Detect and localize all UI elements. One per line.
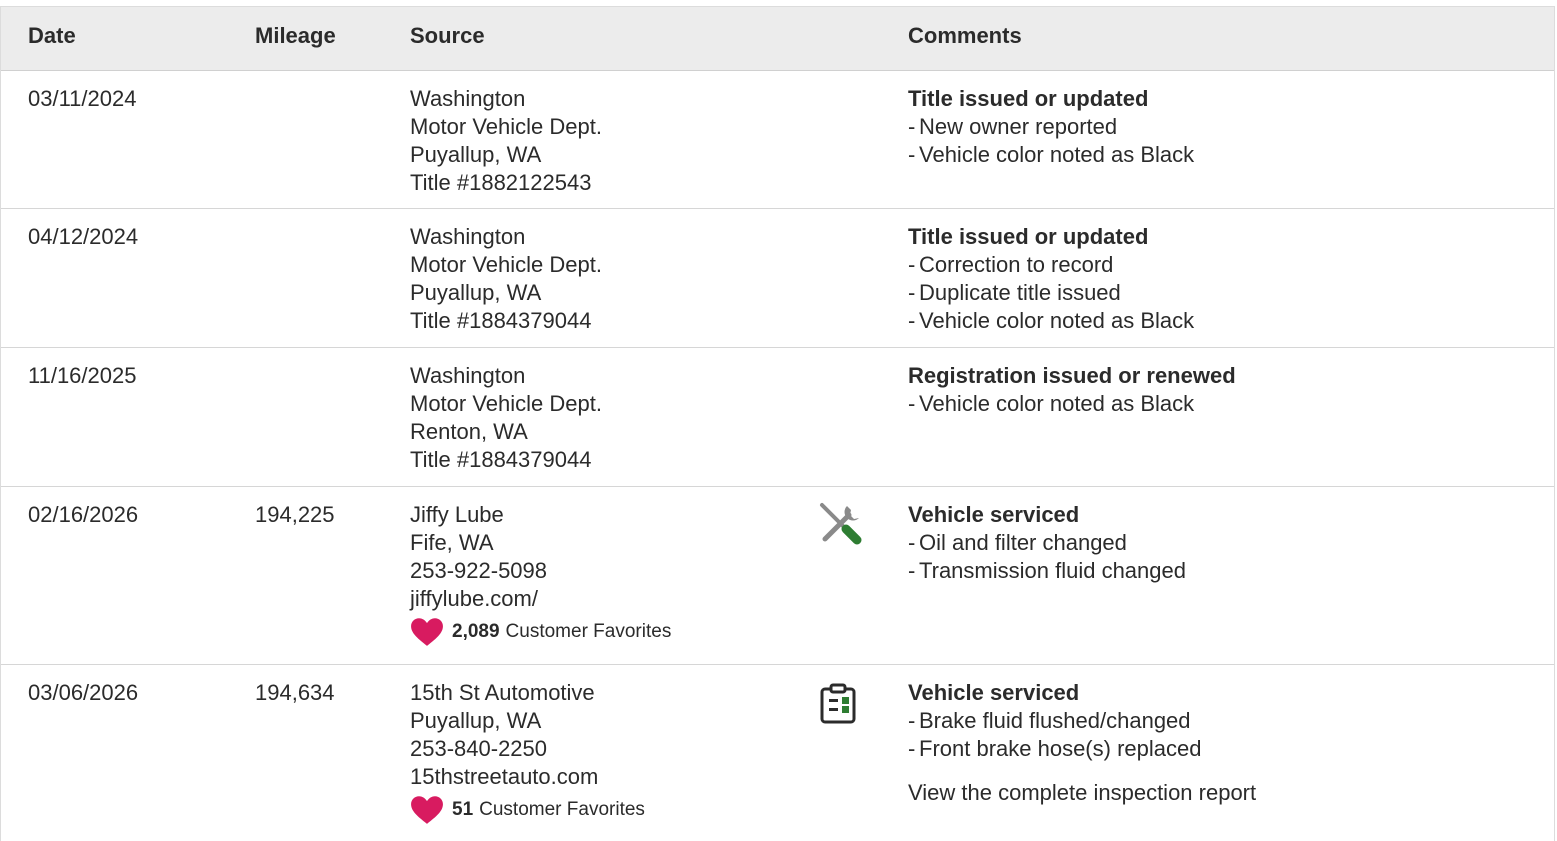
row-comments: Vehicle serviced - Oil and filter changed…: [908, 501, 1186, 585]
row-source: Washington Motor Vehicle Dept. Puyallup,…: [410, 223, 602, 335]
comment-title: Title issued or updated: [908, 224, 1149, 249]
comment-item: - Transmission fluid changed: [908, 558, 1186, 583]
row-date: 03/06/2026: [28, 680, 139, 705]
source-line: Puyallup, WA: [410, 280, 542, 305]
comment-title: Vehicle serviced: [908, 680, 1080, 705]
column-header-mileage: Mileage: [255, 23, 336, 48]
service-icon: [819, 502, 863, 553]
row-date: 02/16/2026: [28, 502, 139, 527]
border-gap: [248, 660, 252, 664]
source-line: 15th St Automotive: [410, 680, 595, 705]
source-line: Puyallup, WA: [410, 708, 542, 733]
row-source: 15th St Automotive Puyallup, WA 253-840-…: [410, 679, 645, 825]
source-website-link[interactable]: 15thstreetauto.com: [410, 763, 645, 791]
source-line: Renton, WA: [410, 419, 528, 444]
favorites-label: Customer Favorites: [505, 621, 672, 642]
row-mileage: 194,225: [255, 502, 335, 527]
wrench-screwdriver-icon: [820, 503, 862, 545]
comment-title: Vehicle serviced: [908, 502, 1080, 527]
column-header-comments: Comments: [908, 23, 1022, 48]
comment-title: Registration issued or renewed: [908, 363, 1236, 388]
border-gap: [897, 660, 901, 664]
customer-favorites[interactable]: 51 Customer Favorites: [410, 795, 645, 825]
service-icon: [819, 683, 859, 732]
vehicle-history-table: Date Mileage Source Comments 03/11/2024 …: [0, 6, 1555, 841]
source-line: Motor Vehicle Dept.: [410, 391, 602, 416]
source-line: Motor Vehicle Dept.: [410, 114, 602, 139]
row-source: Washington Motor Vehicle Dept. Puyallup,…: [410, 85, 602, 197]
table-row: 03/06/2026 194,634 15th St Automotive Pu…: [1, 665, 1554, 841]
table-header: Date Mileage Source Comments: [1, 7, 1554, 71]
source-line: 253-840-2250: [410, 736, 548, 761]
row-comments: Title issued or updated - New owner repor…: [908, 85, 1194, 169]
column-header-date: Date: [28, 23, 76, 48]
column-header-source: Source: [410, 23, 485, 48]
favorites-label: Customer Favorites: [479, 799, 645, 820]
row-comments: Vehicle serviced - Brake fluid flushed/ch…: [908, 679, 1256, 807]
comment-item: - Vehicle color noted as Black: [908, 308, 1195, 333]
heart-icon: [411, 618, 443, 646]
row-comments: Registration issued or renewed - Vehicle …: [908, 362, 1236, 418]
table-row: 03/11/2024 Washington Motor Vehicle Dept…: [1, 71, 1554, 209]
table-row: 02/16/2026 194,225 Jiffy Lube Fife, WA 2…: [1, 487, 1554, 665]
comment-item: - Duplicate title issued: [908, 280, 1121, 305]
comment-item: - New owner reported: [908, 114, 1118, 139]
source-line: Title #1884379044: [410, 308, 592, 333]
source-line: Puyallup, WA: [410, 142, 542, 167]
source-website-link[interactable]: jiffylube.com/: [410, 585, 671, 613]
comment-title: Title issued or updated: [908, 86, 1149, 111]
source-line: Fife, WA: [410, 530, 494, 555]
comment-item: - Correction to record: [908, 252, 1114, 277]
comment-item: - Front brake hose(s) replaced: [908, 736, 1202, 761]
row-source: Jiffy Lube Fife, WA 253-922-5098 jiffylu…: [410, 501, 671, 647]
table-row: 11/16/2025 Washington Motor Vehicle Dept…: [1, 348, 1554, 487]
comment-item: - Vehicle color noted as Black: [908, 391, 1195, 416]
clipboard-icon: [820, 683, 856, 724]
source-line: Title #1882122543: [410, 170, 592, 195]
source-line: Jiffy Lube: [410, 502, 504, 527]
comment-item: - Oil and filter changed: [908, 530, 1127, 555]
favorites-count: 2,089: [452, 621, 500, 642]
row-comments: Title issued or updated - Correction to r…: [908, 223, 1194, 335]
heart-icon: [411, 796, 443, 824]
row-date: 04/12/2024: [28, 224, 139, 249]
source-line: Washington: [410, 224, 526, 249]
comment-item: - Brake fluid flushed/changed: [908, 708, 1191, 733]
row-date: 03/11/2024: [28, 86, 137, 111]
source-line: 253-922-5098: [410, 558, 548, 583]
comment-item: - Vehicle color noted as Black: [908, 142, 1195, 167]
row-date: 11/16/2025: [28, 363, 137, 388]
inspection-report-link[interactable]: View the complete inspection report: [908, 779, 1256, 807]
row-source: Washington Motor Vehicle Dept. Renton, W…: [410, 362, 602, 474]
favorites-count: 51: [452, 799, 474, 820]
row-mileage: 194,634: [255, 680, 335, 705]
customer-favorites[interactable]: 2,089 Customer Favorites: [410, 617, 671, 647]
source-line: Motor Vehicle Dept.: [410, 252, 602, 277]
source-line: Washington: [410, 363, 526, 388]
source-line: Washington: [410, 86, 526, 111]
table-row: 04/12/2024 Washington Motor Vehicle Dept…: [1, 209, 1554, 348]
source-line: Title #1884379044: [410, 447, 592, 472]
